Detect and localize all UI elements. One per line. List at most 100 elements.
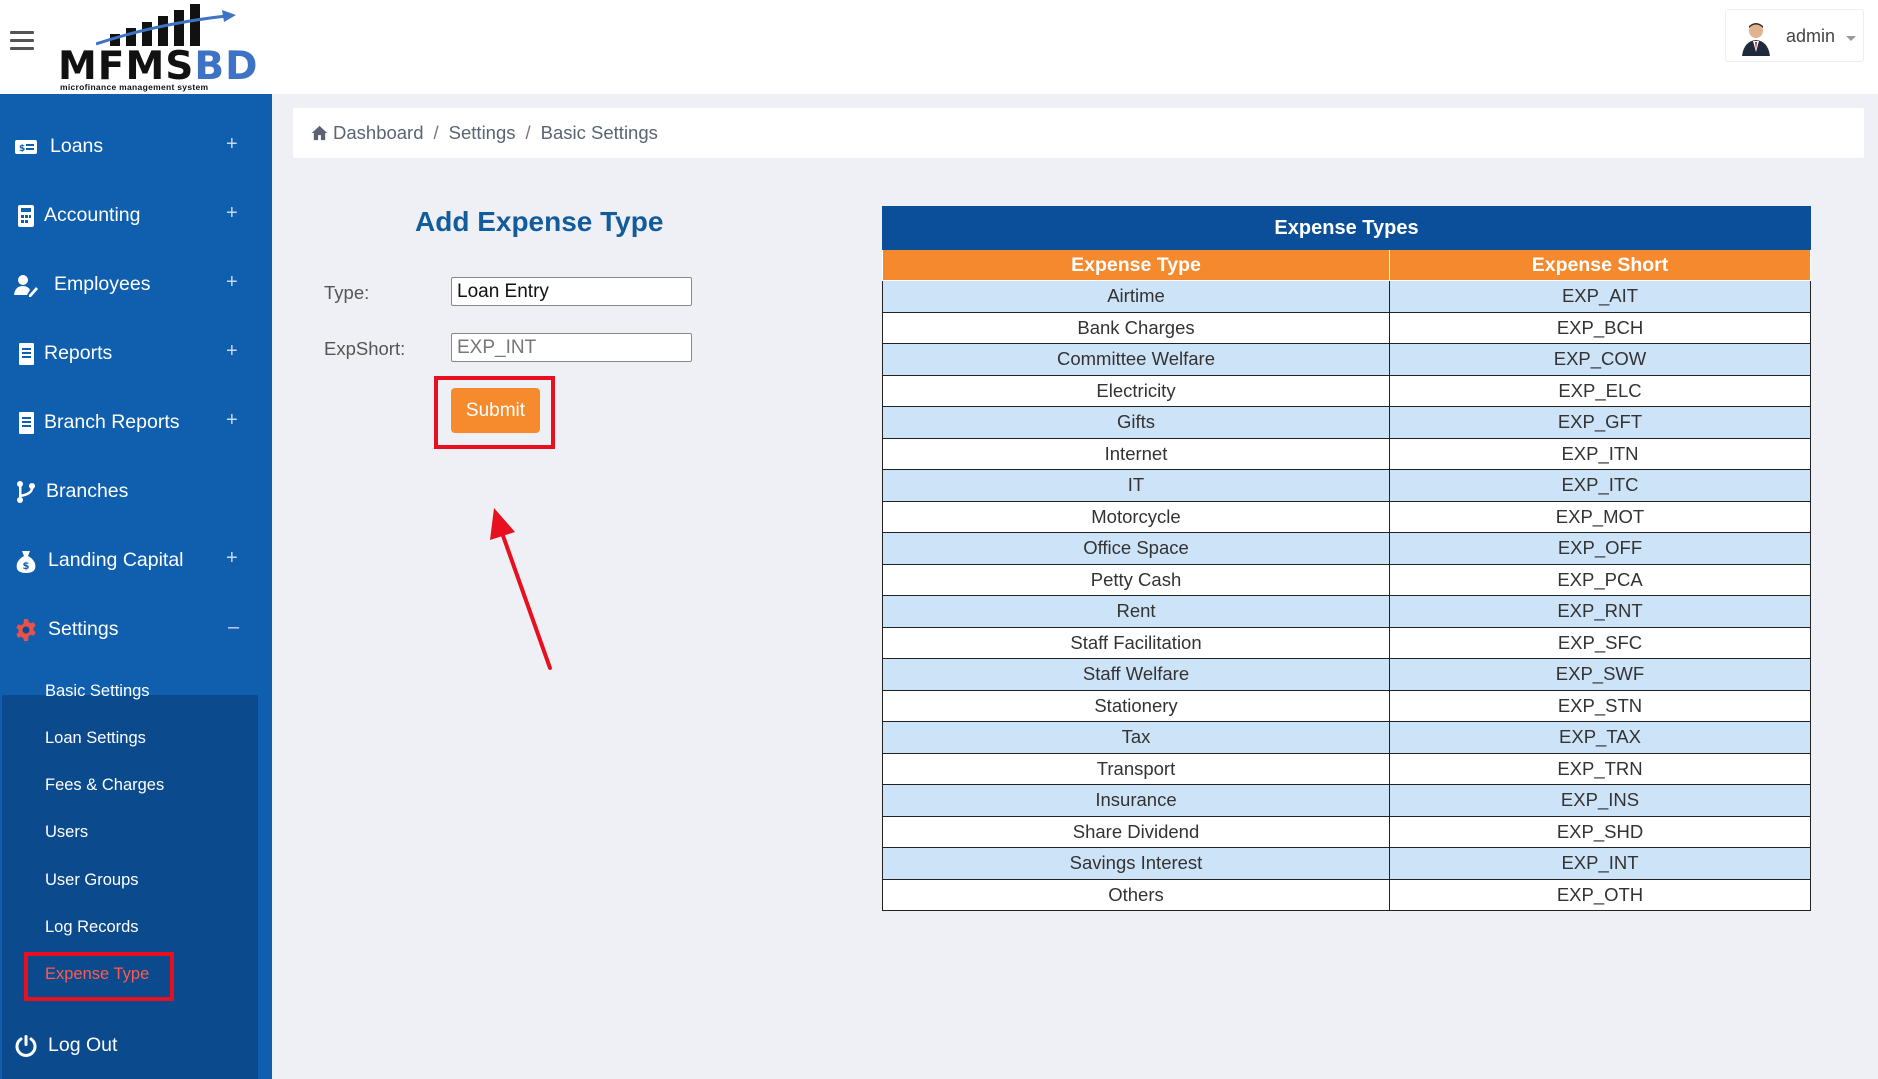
submit-button[interactable]: Submit [451, 388, 540, 433]
expense-type-cell: Airtime [882, 280, 1390, 313]
document-icon [19, 412, 34, 434]
expense-short-cell: EXP_BCH [1389, 311, 1811, 344]
expense-type-cell: Gifts [882, 406, 1390, 439]
hamburger-menu-icon[interactable] [10, 31, 34, 51]
expense-short-cell: EXP_STN [1389, 689, 1811, 722]
type-input[interactable] [451, 277, 692, 306]
power-icon [15, 1035, 37, 1057]
expense-short-cell: EXP_ITC [1389, 469, 1811, 502]
document-icon [19, 343, 34, 365]
svg-text:$: $ [23, 561, 30, 572]
column-header-expense-type: Expense Type [882, 249, 1390, 281]
table-row: Stationery EXP_STN [882, 689, 1811, 722]
table-row: Airtime EXP_AIT [882, 280, 1811, 313]
svg-text:$: $ [19, 144, 25, 154]
chevron-down-icon [1846, 36, 1856, 41]
table-row: Gifts EXP_GFT [882, 406, 1811, 439]
sidebar-item-label: Employees [54, 273, 151, 295]
submenu-basic-settings[interactable]: Basic Settings [45, 682, 150, 701]
submenu-fees-charges[interactable]: Fees & Charges [45, 776, 164, 795]
user-menu[interactable]: admin [1725, 9, 1864, 62]
sidebar-item-label: Branch Reports [44, 411, 180, 433]
expense-short-cell: EXP_OFF [1389, 532, 1811, 565]
breadcrumb-settings[interactable]: Settings [449, 122, 516, 144]
column-header-expense-short: Expense Short [1389, 249, 1811, 281]
submenu-user-groups[interactable]: User Groups [45, 871, 139, 890]
table-row: Internet EXP_ITN [882, 437, 1811, 470]
home-icon [311, 125, 328, 141]
expense-short-cell: EXP_COW [1389, 343, 1811, 376]
table-row: Insurance EXP_INS [882, 784, 1811, 817]
money-card-icon: $ [15, 140, 37, 154]
expense-short-cell: EXP_PCA [1389, 563, 1811, 596]
table-row: Electricity EXP_ELC [882, 374, 1811, 407]
breadcrumb-separator: / [525, 122, 531, 143]
expense-short-cell: EXP_GFT [1389, 406, 1811, 439]
expand-icon: + [226, 340, 238, 362]
table-row: Petty Cash EXP_PCA [882, 563, 1811, 596]
expense-type-cell: Motorcycle [882, 500, 1390, 533]
expense-type-cell: Savings Interest [882, 847, 1390, 880]
expense-type-cell: Staff Facilitation [882, 626, 1390, 659]
sidebar-item-landing-capital[interactable]: $ Landing Capital + [0, 527, 272, 596]
sidebar-item-branch-reports[interactable]: Branch Reports + [0, 389, 272, 458]
expense-type-cell: Transport [882, 752, 1390, 785]
expense-short-cell: EXP_INT [1389, 847, 1811, 880]
sidebar-item-loans[interactable]: $ Loans + [0, 113, 272, 182]
expense-type-cell: Staff Welfare [882, 658, 1390, 691]
money-bag-icon: $ [16, 551, 36, 573]
calculator-icon [18, 205, 34, 227]
expense-type-cell: Others [882, 878, 1390, 911]
expense-type-cell: Office Space [882, 532, 1390, 565]
sidebar-item-logout[interactable]: Log Out [0, 1012, 272, 1079]
breadcrumb-basic-settings[interactable]: Basic Settings [541, 122, 658, 144]
expand-icon: + [226, 409, 238, 431]
expand-icon: + [226, 202, 238, 224]
table-row: Savings Interest EXP_INT [882, 847, 1811, 880]
expense-short-cell: EXP_AIT [1389, 280, 1811, 313]
logo-chart-icon [96, 4, 236, 46]
expense-types-table: Expense Types Expense Type Expense Short… [882, 206, 1811, 911]
sidebar-item-accounting[interactable]: Accounting + [0, 182, 272, 251]
table-row: Transport EXP_TRN [882, 752, 1811, 785]
form-title: Add Expense Type [415, 206, 664, 237]
sidebar-item-employees[interactable]: Employees + [0, 251, 272, 320]
submenu-log-records[interactable]: Log Records [45, 918, 139, 937]
breadcrumb-dashboard[interactable]: Dashboard [333, 122, 424, 144]
table-row: IT EXP_ITC [882, 469, 1811, 502]
sidebar-item-settings[interactable]: Settings – [0, 596, 272, 665]
expense-short-cell: EXP_TRN [1389, 752, 1811, 785]
expense-short-cell: EXP_SHD [1389, 815, 1811, 848]
expand-icon: + [226, 547, 238, 569]
gear-icon [16, 619, 36, 641]
collapse-icon: – [228, 616, 240, 638]
expense-short-cell: EXP_SFC [1389, 626, 1811, 659]
submenu-loan-settings[interactable]: Loan Settings [45, 729, 146, 748]
branch-icon [17, 481, 35, 503]
sidebar-item-branches[interactable]: Branches [0, 458, 272, 527]
sidebar-item-reports[interactable]: Reports + [0, 320, 272, 389]
app-logo[interactable]: MFMSBD microfinance management system [56, 4, 257, 92]
expense-short-cell: EXP_SWF [1389, 658, 1811, 691]
annotation-arrow-icon [490, 508, 552, 670]
user-edit-icon [14, 275, 38, 297]
sidebar-item-label: Branches [46, 480, 129, 502]
avatar [1738, 20, 1774, 56]
sidebar-item-label: Landing Capital [48, 549, 184, 571]
expense-type-cell: Bank Charges [882, 311, 1390, 344]
submenu-users[interactable]: Users [45, 823, 88, 842]
user-name: admin [1786, 26, 1836, 46]
expense-type-cell: Insurance [882, 784, 1390, 817]
expense-type-cell: Committee Welfare [882, 343, 1390, 376]
sidebar-item-label: Log Out [48, 1034, 118, 1056]
expshort-input[interactable] [451, 333, 692, 362]
expense-type-cell: Internet [882, 437, 1390, 470]
table-title: Expense Types [882, 206, 1811, 250]
expense-type-cell: Stationery [882, 689, 1390, 722]
table-row: Office Space EXP_OFF [882, 532, 1811, 565]
table-row: Others EXP_OTH [882, 878, 1811, 911]
expense-type-cell: Rent [882, 595, 1390, 628]
breadcrumb-separator: / [433, 122, 439, 143]
logo-tagline: microfinance management system [60, 82, 209, 92]
sidebar-item-label: Accounting [44, 204, 141, 226]
